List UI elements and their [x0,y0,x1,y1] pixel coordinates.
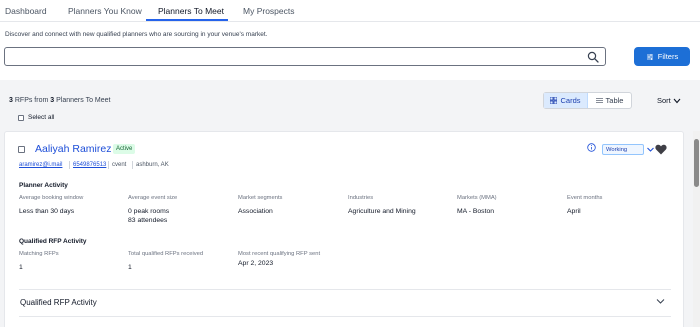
qualified-activity-title: Qualified RFP Activity [19,238,87,245]
market-segments-label: Market segments [238,195,283,201]
planner-name-link[interactable]: Aaliyah Ramirez [35,143,111,155]
contact-divider [108,161,109,169]
event-size-attendees-value: 83 attendees [128,217,168,224]
event-size-rooms-value: 0 peak rooms [128,208,170,215]
qualified-rfp-accordion[interactable]: Qualified RFP Activity [19,290,671,316]
tab-bar: Dashboard Planners You Know Planners To … [0,0,700,22]
tab-my-prospects[interactable]: My Prospects [243,6,295,16]
search-icon[interactable] [587,51,599,63]
matching-rfps-label: Matching RFPs [19,251,59,257]
grid-icon [550,97,558,104]
search-input[interactable] [9,50,579,63]
planner-card: Aaliyah Ramirez Active aramirez@i.mail 6… [4,131,684,327]
recent-rfp-value: Apr 2, 2023 [238,260,274,267]
list-icon [595,98,603,103]
market-segments-value: Association [238,208,273,215]
event-size-label: Average event size [128,195,178,201]
planner-phone-link[interactable]: 6549876513 [73,162,106,168]
table-label: Table [605,96,624,105]
chevron-down-icon [656,299,665,304]
filters-button[interactable]: Filters [634,47,690,66]
planner-card-checkbox[interactable] [18,146,25,153]
view-toggle: Cards Table [543,92,632,109]
booking-window-label: Average booking window [19,195,84,201]
industries-value: Agriculture and Mining [348,208,416,215]
search-box[interactable] [4,47,606,66]
select-all-checkbox[interactable] [18,114,24,121]
contact-divider [69,161,70,169]
total-rfps-label: Total qualified RFPs received [128,251,204,257]
prospect-stage-value: Working [606,146,628,153]
event-months-value: April [567,208,581,215]
table-view-button[interactable]: Table [588,93,631,108]
planner-email-link[interactable]: aramirez@i.mail [19,162,62,168]
planners-label: Planners To Meet [56,97,111,104]
heart-icon[interactable] [655,144,667,155]
sort-label: Sort [657,96,671,105]
select-all[interactable]: Select all [18,114,54,121]
chevron-down-icon [647,147,654,152]
industries-label: Industries [348,195,374,201]
tab-planners-to-meet[interactable]: Planners To Meet [158,6,224,16]
divider [19,316,671,317]
event-months-label: Event months [567,195,603,201]
planner-location: ashburn, AK [136,162,169,168]
status-badge: Active [113,144,136,154]
scrollbar-thumb[interactable] [694,139,699,187]
recent-rfp-label: Most recent qualifying RFP sent [238,251,321,257]
rfp-count: 3 [9,97,13,104]
accordion-label: Qualified RFP Activity [20,298,97,307]
markets-label: Markets (MMA) [457,195,497,201]
cards-label: Cards [560,96,581,105]
result-count: 3 RFPs from 3 Planners To Meet [9,97,110,104]
active-tab-indicator [146,19,228,21]
contact-divider [132,161,133,169]
prospect-stage-select[interactable]: Working [602,144,654,155]
planner-count: 3 [50,97,55,104]
booking-window-value: Less than 30 days [19,208,75,215]
planner-company: cvent [112,162,127,168]
sort-button[interactable]: Sort [657,96,681,105]
cards-view-button[interactable]: Cards [544,93,588,108]
tab-planners-you-know[interactable]: Planners You Know [68,6,142,16]
info-icon[interactable] [587,143,596,152]
matching-rfps-value: 1 [19,264,23,271]
scrollbar[interactable] [693,131,700,327]
tab-dashboard[interactable]: Dashboard [5,6,47,16]
chevron-down-icon [673,98,681,103]
filters-label: Filters [657,52,679,61]
page-subtitle: Discover and connect with new qualified … [5,31,268,38]
total-rfps-value: 1 [128,264,132,271]
planner-activity-title: Planner Activity [19,182,68,189]
rfps-from-text: RFPs from [14,97,49,104]
select-all-label: Select all [28,114,55,121]
filter-sliders-icon [646,53,653,60]
markets-value: MA - Boston [457,208,495,215]
